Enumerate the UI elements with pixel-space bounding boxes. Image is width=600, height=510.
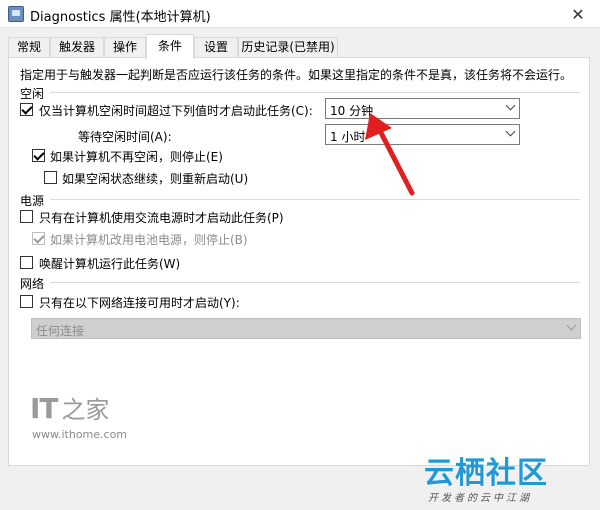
ithome-logo-text: IT — [30, 392, 59, 425]
tab-conditions[interactable]: 条件 — [146, 34, 194, 59]
ithome-url: www.ithome.com — [32, 428, 128, 441]
yunqi-slogan: 开发者的云中江湖 — [428, 493, 532, 504]
yunqi-logo-text: 云栖社区 — [424, 456, 548, 491]
ithome-watermark-logo: IT 之家 — [30, 390, 110, 425]
ithome-logo-char: 之家 — [61, 396, 110, 424]
yunqi-watermark: 云栖社区 — [424, 448, 548, 492]
